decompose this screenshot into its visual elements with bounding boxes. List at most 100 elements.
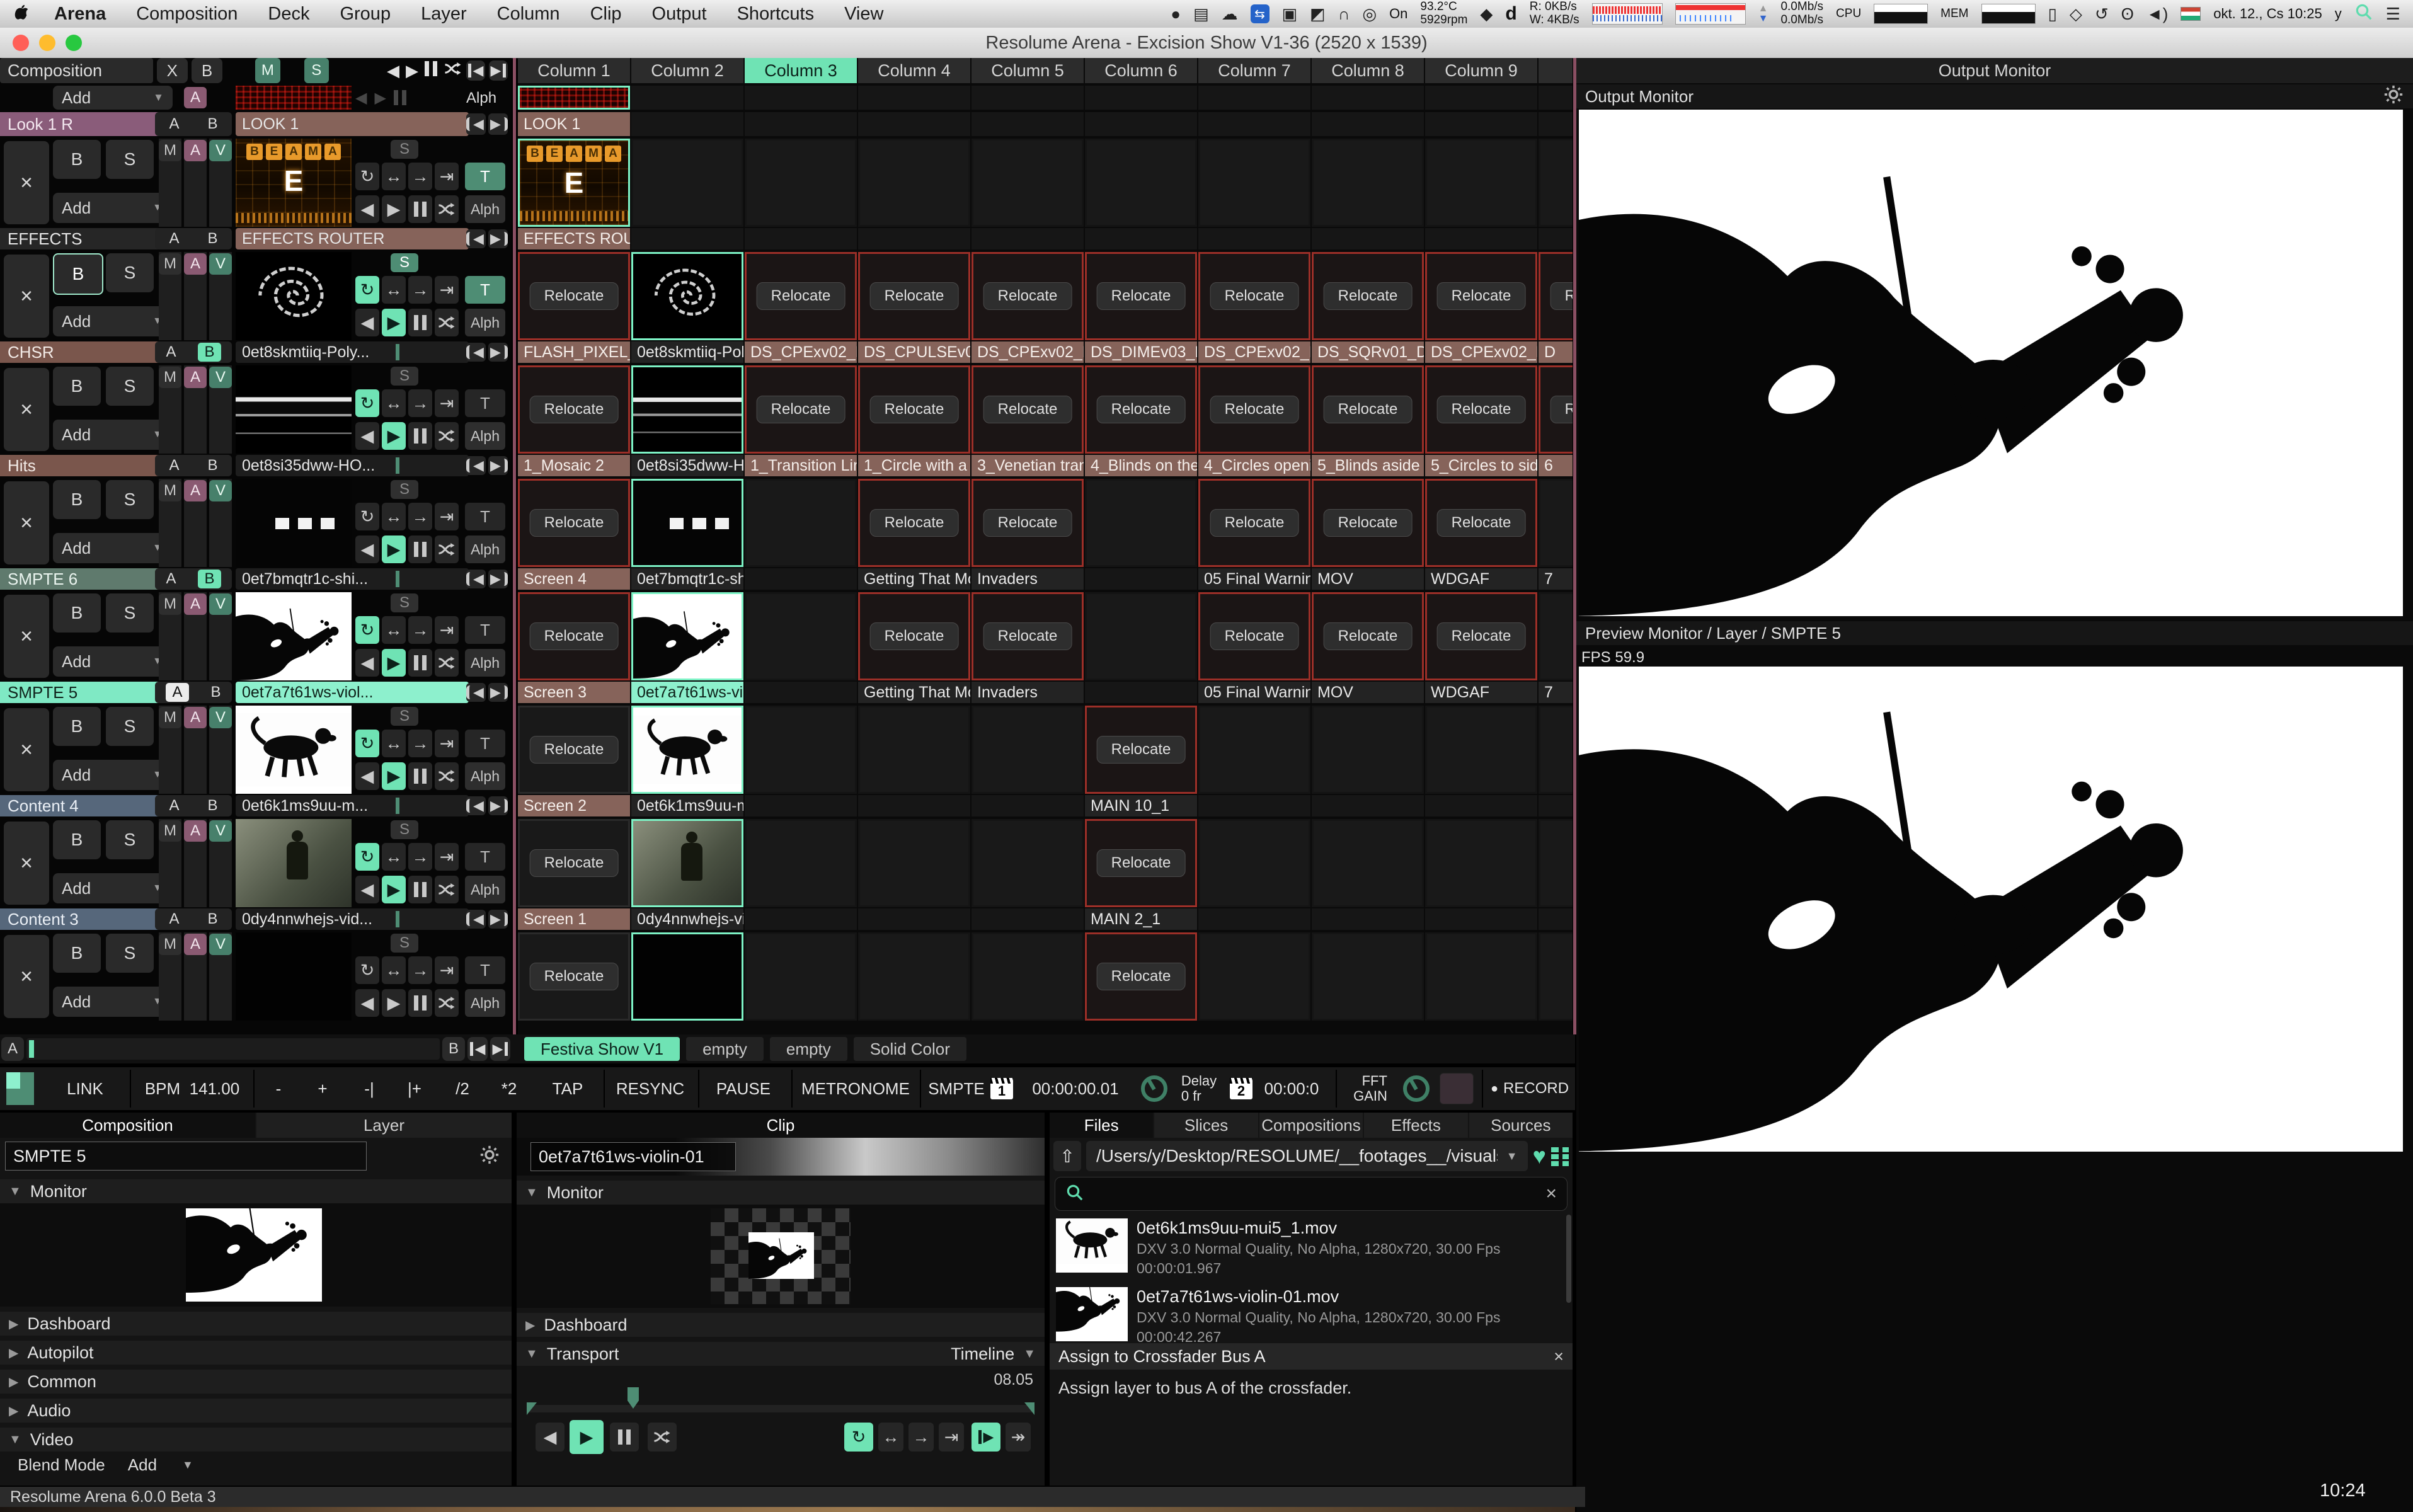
column-header-4[interactable]: Column 4 xyxy=(858,58,970,83)
clip-cell-empty[interactable] xyxy=(1312,706,1424,794)
composition-label[interactable]: Composition xyxy=(0,58,153,83)
layer-bounce-button[interactable]: ↔ xyxy=(382,503,406,530)
look-a-toggle[interactable]: A xyxy=(169,115,179,133)
layer-alpha-label[interactable]: Alph xyxy=(465,762,505,790)
docker-icon[interactable]: d xyxy=(1505,3,1516,25)
clip-label[interactable]: FLASH_PIXEL_MAP xyxy=(518,341,630,363)
clip-label[interactable]: 4_Blinds on the si... xyxy=(1085,455,1197,476)
layer-transition-toggle[interactable]: T xyxy=(465,730,505,757)
layer-video-toggle[interactable]: V xyxy=(209,934,232,955)
layer-hold-button[interactable]: ⇥ xyxy=(435,730,459,757)
layer-play-button[interactable]: ▶ xyxy=(382,536,406,563)
layer-name-field[interactable]: SMPTE 5 xyxy=(5,1142,367,1171)
clip-cell-missing[interactable]: Relocate xyxy=(1425,365,1537,454)
clip-hold-button[interactable]: ⇥ xyxy=(939,1423,964,1452)
column-header-9[interactable]: Column 9 xyxy=(1425,58,1537,83)
layer-play-button[interactable]: ▶ xyxy=(382,422,406,450)
favorites-heart-icon[interactable]: ♥ xyxy=(1533,1143,1546,1169)
layer-bounce-button[interactable]: ↔ xyxy=(382,276,406,304)
layer-play-backward-button[interactable]: ◀ xyxy=(355,195,379,223)
clip-bounce-button[interactable]: ↔ xyxy=(878,1423,903,1452)
layer-pause-button[interactable] xyxy=(408,649,432,677)
menu-group[interactable]: Group xyxy=(324,4,406,24)
clip-cell-playing[interactable]: BEAMAE xyxy=(518,139,630,227)
clip-cell-missing[interactable]: Relocate xyxy=(1312,365,1424,454)
layer-play-once-button[interactable]: → xyxy=(408,503,432,530)
menu-clock[interactable]: okt. 12., Cs 10:25 xyxy=(2213,6,2322,22)
layer-video-toggle[interactable]: V xyxy=(209,367,232,388)
clip-label[interactable]: MOV xyxy=(1312,568,1424,590)
bpm-plus-button[interactable]: + xyxy=(304,1067,341,1110)
layer-next-clip-button[interactable]: ▶ xyxy=(488,796,508,815)
layer-add-dropdown[interactable]: Add▼ xyxy=(53,646,171,677)
layer-alpha-label[interactable]: Alph xyxy=(465,195,505,223)
layer-pause-button[interactable] xyxy=(408,422,432,450)
layer-hold-button[interactable]: ⇥ xyxy=(435,616,459,644)
relocate-button[interactable]: Relocate xyxy=(1210,282,1299,310)
clip-cell-empty[interactable] xyxy=(1539,139,1573,227)
section-audio[interactable]: ▶Audio xyxy=(0,1399,512,1423)
clip-label[interactable]: WDGAF xyxy=(1425,568,1537,590)
layer-solo-button[interactable]: S xyxy=(106,593,154,633)
layer-hold-button[interactable]: ⇥ xyxy=(435,163,459,190)
layer-pause-button[interactable] xyxy=(408,309,432,336)
layer-audio-toggle[interactable]: A xyxy=(184,367,207,388)
bpm-minus-button[interactable]: - xyxy=(260,1067,297,1110)
layer-loop-button[interactable]: ↻ xyxy=(355,730,379,757)
clip-cell-empty[interactable] xyxy=(1312,139,1424,227)
clip-cell-playing[interactable] xyxy=(631,706,743,794)
layer-play-button[interactable]: ▶ xyxy=(382,876,406,903)
clip-cell-missing[interactable]: Relocate xyxy=(1425,592,1537,680)
clip-section-transport[interactable]: ▼Transport Timeline▼ xyxy=(517,1342,1045,1366)
menu-output[interactable]: Output xyxy=(637,4,722,24)
composition-close-button[interactable]: X xyxy=(157,58,188,83)
layer-prev-clip-button[interactable]: ◀ xyxy=(466,343,486,362)
relocate-button[interactable]: Relocate xyxy=(1437,622,1526,650)
layer-play-once-button[interactable]: → xyxy=(408,616,432,644)
layer-transition-toggle[interactable]: T xyxy=(465,276,505,304)
column-header-5[interactable]: Column 5 xyxy=(972,58,1084,83)
clip-label[interactable]: 05 Final Warning ... xyxy=(1198,682,1310,703)
layer-audio-toggle[interactable]: A xyxy=(184,140,207,161)
relocate-button[interactable]: Relocate xyxy=(1437,509,1526,537)
cpu-graph[interactable] xyxy=(1874,4,1928,24)
layer-name-hits[interactable]: Hits xyxy=(0,455,159,476)
clip-cell-playing[interactable] xyxy=(631,932,743,1021)
layer-bypass-button[interactable]: B xyxy=(53,707,101,746)
clip-cell-empty[interactable] xyxy=(972,706,1084,794)
layer-play-once-button[interactable]: → xyxy=(408,389,432,417)
file-search-field[interactable]: × xyxy=(1055,1177,1568,1211)
composition-master-toggle[interactable]: M xyxy=(255,58,280,83)
layer-transition-toggle[interactable]: T xyxy=(465,843,505,871)
layer-solo-button[interactable]: S xyxy=(106,707,154,746)
clip-cell-missing[interactable]: Relocate xyxy=(1312,592,1424,680)
clip-label[interactable]: 1_Transition Line ... xyxy=(745,455,857,476)
beat-plus-button[interactable]: |+ xyxy=(396,1067,433,1110)
teamviewer-icon[interactable]: ⇆ xyxy=(1251,4,1270,23)
clip-cell-empty[interactable] xyxy=(1539,592,1573,680)
bpm-readout[interactable]: BPM 141.00 xyxy=(142,1067,243,1110)
clip-section-monitor[interactable]: ▼Monitor xyxy=(517,1181,1045,1205)
layer-bypass-button[interactable]: B xyxy=(53,140,101,179)
layer-loop-button[interactable]: ↻ xyxy=(355,389,379,417)
clip-cell-empty[interactable] xyxy=(1539,819,1573,907)
panel-separator[interactable] xyxy=(513,58,516,1034)
layer-next-clip-button[interactable]: ▶ xyxy=(488,910,508,929)
layer-video-toggle[interactable]: V xyxy=(209,253,232,275)
next-column-button[interactable]: ▶ xyxy=(489,60,508,81)
clip-label[interactable]: EFFECTS ROUTER xyxy=(518,228,630,249)
layer-loop-button[interactable]: ↻ xyxy=(355,616,379,644)
look-clip-label[interactable]: LOOK 1 xyxy=(518,112,630,136)
layer-audio-toggle[interactable]: A xyxy=(184,820,207,842)
relocate-button[interactable]: Relocate xyxy=(983,622,1072,650)
column-header-3[interactable]: Column 3 xyxy=(745,58,857,83)
clip-cell-missing[interactable]: Relocate xyxy=(1425,252,1537,340)
clip-cell-missing[interactable]: Relocate xyxy=(1198,252,1310,340)
layer-bus-a-toggle[interactable]: A xyxy=(169,230,179,248)
layer-bus-b-toggle[interactable]: B xyxy=(207,457,217,474)
clip-cell-empty[interactable] xyxy=(745,592,857,680)
layer-prev-clip-button[interactable]: ◀ xyxy=(466,456,486,475)
clip-cell-missing[interactable]: Relocate xyxy=(1425,479,1537,567)
clip-cell-empty[interactable] xyxy=(1198,139,1310,227)
layer-master-toggle[interactable]: M xyxy=(159,934,181,955)
